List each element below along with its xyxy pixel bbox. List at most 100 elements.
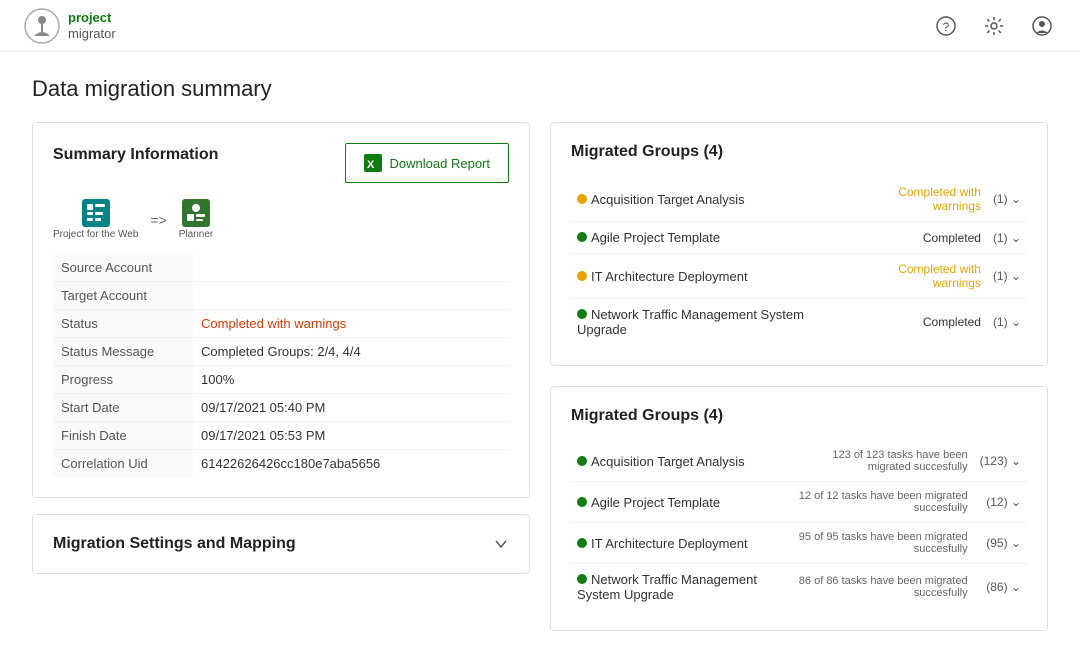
help-icon: ? xyxy=(936,16,956,36)
chevron-down-icon: ⌄ xyxy=(1008,192,1021,206)
download-report-button[interactable]: X Download Report xyxy=(345,143,509,183)
logo: project migrator xyxy=(24,8,116,44)
migration-path: Project for the Web => Planner xyxy=(53,199,509,240)
migrated-groups-bottom-title: Migrated Groups (4) xyxy=(571,407,1027,425)
status-dot xyxy=(577,232,587,242)
chevron-down-icon: ⌄ xyxy=(1008,454,1021,468)
group-name-cell: Agile Project Template xyxy=(571,222,847,254)
chevron-down-icon xyxy=(493,536,509,552)
settings-card: Migration Settings and Mapping xyxy=(32,514,530,574)
group-status-cell: Completed xyxy=(847,222,987,254)
table-row[interactable]: IT Architecture DeploymentCompleted with… xyxy=(571,254,1027,299)
summary-field-label: Status xyxy=(53,310,193,338)
chevron-down-icon: ⌄ xyxy=(1008,495,1021,509)
status-dot xyxy=(577,497,587,507)
left-column: Summary Information X Download Report xyxy=(32,122,530,631)
summary-field-value: Completed with warnings xyxy=(193,310,509,338)
summary-field-label: Source Account xyxy=(53,254,193,282)
summary-field-label: Start Date xyxy=(53,394,193,422)
group-count-cell: (1) ⌄ xyxy=(987,177,1027,222)
app-header: project migrator ? xyxy=(0,0,1080,52)
summary-field-value: Completed Groups: 2/4, 4/4 xyxy=(193,338,509,366)
chevron-down-icon: ⌄ xyxy=(1008,269,1021,283)
group-name-cell: Acquisition Target Analysis xyxy=(571,441,790,482)
group-name-cell: Network Traffic Management System Upgrad… xyxy=(571,564,790,611)
header-icons: ? xyxy=(932,12,1056,40)
gear-icon xyxy=(984,16,1004,36)
group-name-cell: IT Architecture Deployment xyxy=(571,254,847,299)
group-status-cell: Completed xyxy=(847,299,987,346)
migrated-groups-top-title: Migrated Groups (4) xyxy=(571,143,1027,161)
status-dot xyxy=(577,538,587,548)
tasks-text-cell: 123 of 123 tasks have been migrated succ… xyxy=(790,441,974,482)
group-count-cell: (1) ⌄ xyxy=(987,299,1027,346)
summary-field-label: Progress xyxy=(53,366,193,394)
group-name-cell: Agile Project Template xyxy=(571,482,790,523)
summary-title: Summary Information xyxy=(53,146,218,164)
summary-table: Source AccountTarget AccountStatusComple… xyxy=(53,254,509,477)
account-icon xyxy=(1032,16,1052,36)
group-count-cell: (1) ⌄ xyxy=(987,254,1027,299)
tasks-text-cell: 86 of 86 tasks have been migrated succes… xyxy=(790,564,974,611)
status-dot xyxy=(577,456,587,466)
group-count-cell: (86) ⌄ xyxy=(974,564,1027,611)
status-dot xyxy=(577,574,587,584)
migrated-groups-bottom-card: Migrated Groups (4) Acquisition Target A… xyxy=(550,386,1048,631)
summary-field-value: 09/17/2021 05:40 PM xyxy=(193,394,509,422)
planner-icon xyxy=(182,199,210,227)
chevron-down-icon: ⌄ xyxy=(1008,231,1021,245)
status-dot xyxy=(577,309,587,319)
summary-field-value xyxy=(193,282,509,310)
table-row[interactable]: IT Architecture Deployment95 of 95 tasks… xyxy=(571,523,1027,564)
excel-icon: X xyxy=(364,154,382,172)
group-count-cell: (123) ⌄ xyxy=(974,441,1027,482)
content-grid: Summary Information X Download Report xyxy=(32,122,1048,631)
chevron-down-icon: ⌄ xyxy=(1008,580,1021,594)
tasks-text-cell: 95 of 95 tasks have been migrated succes… xyxy=(790,523,974,564)
right-column: Migrated Groups (4) Acquisition Target A… xyxy=(550,122,1048,631)
summary-field-value: 61422626426cc180e7aba5656 xyxy=(193,450,509,478)
project-web-icon xyxy=(82,199,110,227)
summary-field-value: 100% xyxy=(193,366,509,394)
logo-icon xyxy=(24,8,60,44)
settings-button[interactable] xyxy=(980,12,1008,40)
group-name-cell: Acquisition Target Analysis xyxy=(571,177,847,222)
migrated-groups-top-card: Migrated Groups (4) Acquisition Target A… xyxy=(550,122,1048,366)
group-name-cell: IT Architecture Deployment xyxy=(571,523,790,564)
svg-text:?: ? xyxy=(943,20,950,34)
group-count-cell: (1) ⌄ xyxy=(987,222,1027,254)
summary-field-value: 09/17/2021 05:53 PM xyxy=(193,422,509,450)
summary-field-value xyxy=(193,254,509,282)
settings-title: Migration Settings and Mapping xyxy=(53,535,296,553)
group-status-cell: Completed with warnings xyxy=(847,254,987,299)
tasks-text-cell: 12 of 12 tasks have been migrated succes… xyxy=(790,482,974,523)
help-button[interactable]: ? xyxy=(932,12,960,40)
download-label: Download Report xyxy=(390,156,490,171)
main-content: Data migration summary Summary Informati… xyxy=(0,52,1080,655)
status-dot xyxy=(577,271,587,281)
groups-top-table: Acquisition Target AnalysisCompleted wit… xyxy=(571,177,1027,345)
summary-header: Summary Information X Download Report xyxy=(53,143,509,183)
status-dot xyxy=(577,194,587,204)
table-row[interactable]: Agile Project Template12 of 12 tasks hav… xyxy=(571,482,1027,523)
summary-field-label: Finish Date xyxy=(53,422,193,450)
chevron-down-icon: ⌄ xyxy=(1008,315,1021,329)
summary-field-label: Target Account xyxy=(53,282,193,310)
table-row[interactable]: Acquisition Target Analysis123 of 123 ta… xyxy=(571,441,1027,482)
table-row[interactable]: Network Traffic Management System Upgrad… xyxy=(571,299,1027,346)
summary-card: Summary Information X Download Report xyxy=(32,122,530,498)
page-title: Data migration summary xyxy=(32,76,1048,102)
chevron-down-icon: ⌄ xyxy=(1008,536,1021,550)
target-app: Planner xyxy=(179,199,213,240)
groups-bottom-table: Acquisition Target Analysis123 of 123 ta… xyxy=(571,441,1027,610)
summary-field-label: Status Message xyxy=(53,338,193,366)
table-row[interactable]: Network Traffic Management System Upgrad… xyxy=(571,564,1027,611)
group-count-cell: (95) ⌄ xyxy=(974,523,1027,564)
settings-header[interactable]: Migration Settings and Mapping xyxy=(53,535,509,553)
table-row[interactable]: Agile Project TemplateCompleted(1) ⌄ xyxy=(571,222,1027,254)
svg-text:X: X xyxy=(367,159,375,171)
group-count-cell: (12) ⌄ xyxy=(974,482,1027,523)
table-row[interactable]: Acquisition Target AnalysisCompleted wit… xyxy=(571,177,1027,222)
account-button[interactable] xyxy=(1028,12,1056,40)
group-status-cell: Completed with warnings xyxy=(847,177,987,222)
